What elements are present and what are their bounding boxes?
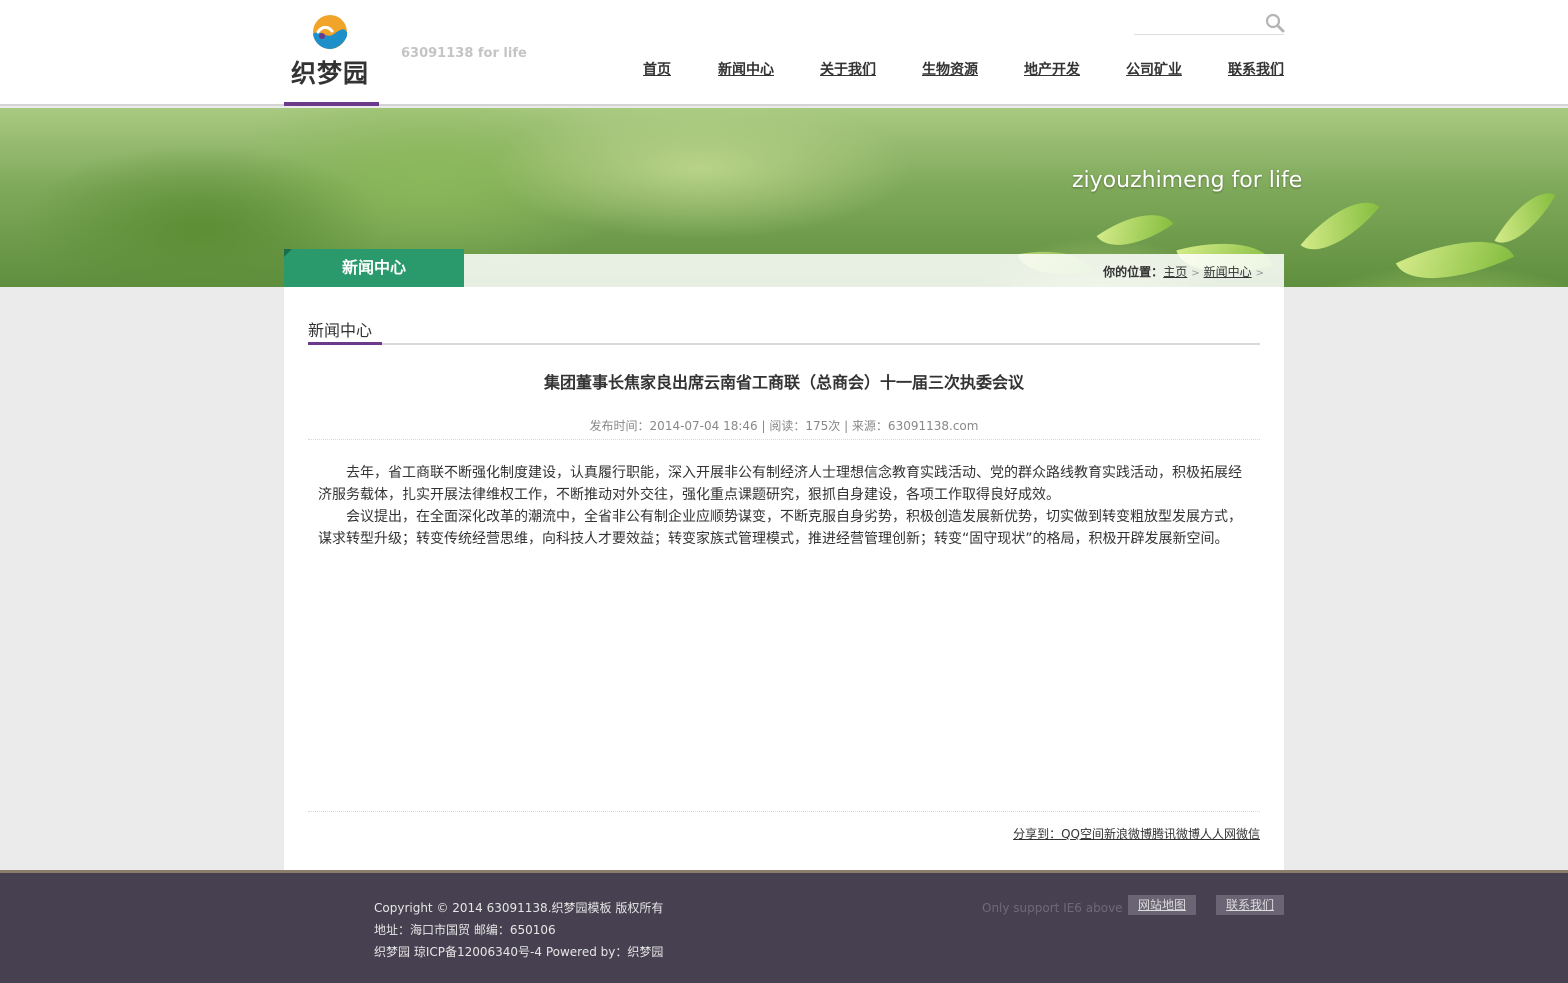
address-text: 地址：海口市国贸 邮编：650106: [374, 923, 556, 937]
breadcrumb-news-link[interactable]: 新闻中心: [1204, 265, 1252, 279]
nav-news[interactable]: 新闻中心: [718, 59, 774, 79]
tea-leaf-decoration: [1300, 183, 1380, 269]
breadcrumb-home-link[interactable]: 主页: [1163, 265, 1187, 279]
tea-leaf-decoration: [1494, 180, 1556, 256]
search-icon[interactable]: [1265, 13, 1285, 33]
breadcrumb-label: 你的位置：: [1103, 265, 1164, 279]
title-divider: [308, 343, 1260, 345]
breadcrumb: 你的位置：主页 > 新闻中心 >: [1103, 263, 1268, 280]
site-tagline: 63091138 for life: [401, 46, 527, 61]
footer-info: Copyright © 2014 63091138.织梦园模板 版权所有 地址：…: [374, 897, 663, 963]
article-paragraph: 会议提出，在全面深化改革的潮流中，全省非公有制企业应顺势谋变，不断克服自身劣势，…: [318, 509, 1242, 547]
share-divider: [308, 811, 1260, 812]
logo-icon: [313, 15, 347, 49]
ie-support-note: Only support IE6 above: [982, 901, 1123, 915]
nav-home[interactable]: 首页: [643, 59, 671, 79]
breadcrumb-separator: >: [1191, 268, 1200, 279]
nav-mining[interactable]: 公司矿业: [1126, 59, 1182, 79]
tea-leaf-decoration: [1395, 216, 1515, 287]
site-header: 织梦园 63091138 for life 首页 新闻中心 关于我们 生物资源 …: [0, 0, 1568, 106]
page-title: 新闻中心: [308, 321, 373, 340]
nav-real-estate[interactable]: 地产开发: [1024, 59, 1080, 79]
footer-contact-button[interactable]: 联系我们: [1216, 895, 1285, 915]
article-meta: 发布时间：2014-07-04 18:46 | 阅读：175次 | 来源：630…: [589, 419, 979, 433]
icp-text: 织梦园 琼ICP备12006340号-4 Powered by：织梦园: [374, 945, 664, 959]
nav-bio-resources[interactable]: 生物资源: [922, 59, 978, 79]
site-logo[interactable]: 织梦园: [284, 0, 379, 106]
banner-slogan: ziyouzhimeng for life: [1072, 168, 1303, 193]
breadcrumb-separator: >: [1255, 268, 1264, 279]
title-accent: [308, 342, 382, 345]
main-content: 新闻中心 集团董事长焦家良出席云南省工商联（总商会）十一届三次执委会议 发布时间…: [284, 287, 1284, 870]
site-footer: Copyright © 2014 63091138.织梦园模板 版权所有 地址：…: [0, 870, 1568, 983]
article-body: 去年，省工商联不断强化制度建设，认真履行职能，深入开展非公有制经济人士理想信念教…: [318, 462, 1248, 550]
copyright-text: Copyright © 2014 63091138.织梦园模板 版权所有: [374, 901, 664, 915]
nav-contact[interactable]: 联系我们: [1228, 59, 1284, 79]
search-input[interactable]: [1134, 12, 1259, 34]
sitemap-button[interactable]: 网站地图: [1128, 895, 1197, 915]
search-box: [1134, 12, 1285, 35]
breadcrumb-bar: 你的位置：主页 > 新闻中心 >: [464, 254, 1284, 287]
meta-divider: [308, 439, 1260, 440]
hero-banner: ziyouzhimeng for life 新闻中心 你的位置：主页 > 新闻中心 >: [0, 108, 1568, 287]
share-links[interactable]: 分享到：QQ空间新浪微博腾讯微博人人网微信: [1013, 825, 1260, 842]
logo-text: 织梦园: [291, 59, 370, 88]
article-paragraph: 去年，省工商联不断强化制度建设，认真履行职能，深入开展非公有制经济人士理想信念教…: [318, 465, 1242, 503]
section-tab: 新闻中心: [284, 249, 464, 287]
nav-about[interactable]: 关于我们: [820, 59, 876, 79]
article-title: 集团董事长焦家良出席云南省工商联（总商会）十一届三次执委会议: [543, 373, 1024, 392]
